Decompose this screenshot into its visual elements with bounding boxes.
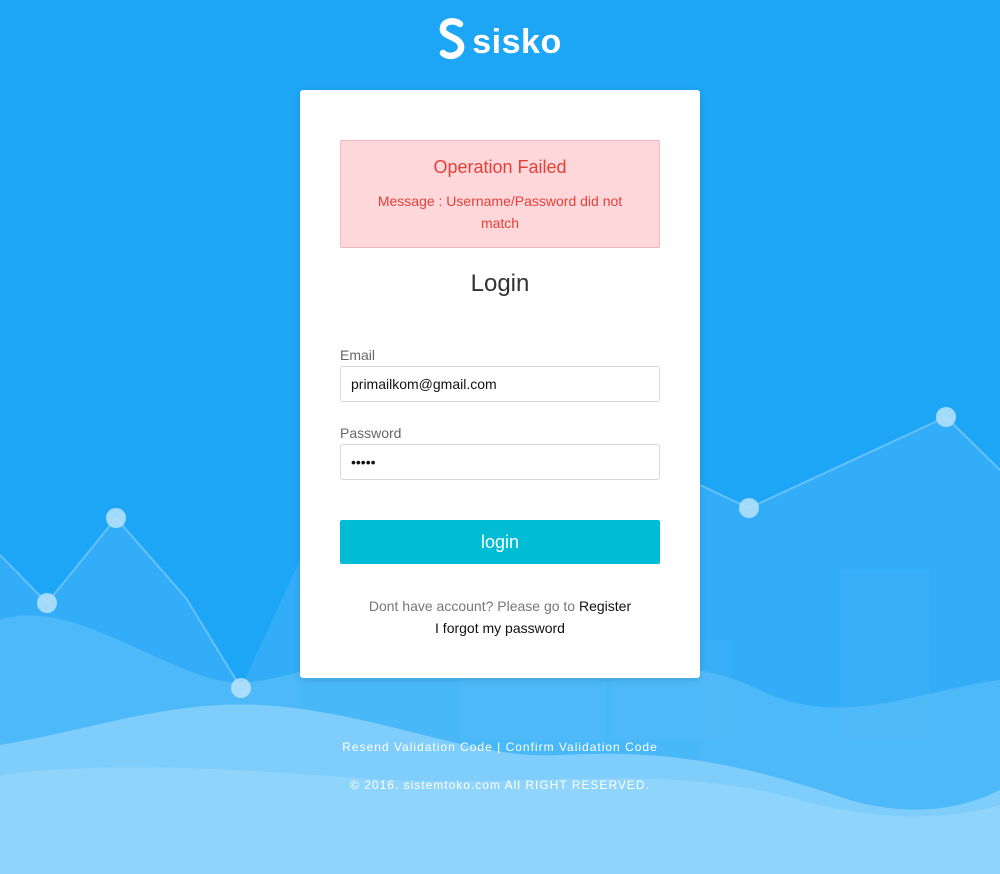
login-card: Operation Failed Message : Username/Pass… (300, 90, 700, 678)
brand-header: sisko (0, 18, 1000, 65)
email-label: Email (340, 347, 376, 363)
account-links: Dont have account? Please go to Register… (300, 595, 700, 639)
register-link[interactable]: Register (579, 598, 631, 614)
alert-message: Message : Username/Password did not matc… (377, 193, 623, 231)
footer-links: Resend Validation Code | Confirm Validat… (0, 739, 1000, 755)
login-button[interactable]: login (340, 520, 660, 564)
email-field[interactable] (340, 366, 660, 402)
copyright-text: © 2016. sistemtoko.com All RIGHT RESERVE… (350, 778, 650, 792)
s-logo-icon (438, 18, 466, 65)
alert-title: Operation Failed (433, 157, 567, 177)
password-label: Password (340, 425, 402, 441)
password-field[interactable] (340, 444, 660, 480)
register-prompt: Dont have account? Please go to (368, 598, 576, 614)
confirm-validation-link[interactable]: Confirm Validation Code (506, 740, 658, 754)
resend-validation-link[interactable]: Resend Validation Code (342, 740, 493, 754)
forgot-password-link[interactable]: I forgot my password (435, 620, 565, 636)
brand-name: sisko (472, 22, 562, 61)
footer-separator: | (497, 740, 502, 754)
error-alert: Operation Failed Message : Username/Pass… (340, 140, 660, 248)
page-title: Login (470, 270, 530, 297)
